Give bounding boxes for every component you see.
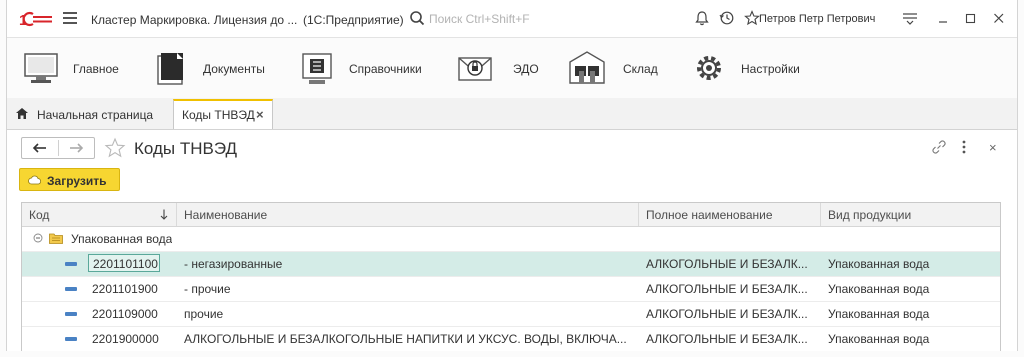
column-full-name[interactable]: Полное наименование [646,208,773,222]
tab-close-icon[interactable]: × [256,107,264,122]
table-header: Код Наименование Полное наименование Вид… [22,203,1000,227]
more-actions-icon[interactable] [962,140,966,154]
folder-icon [49,233,63,244]
table-row[interactable]: 2201101100 - негазированные АЛКОГОЛЬНЫЕ … [22,252,1000,277]
cloud-icon [28,175,41,185]
table-row[interactable]: 2201109000 прочие АЛКОГОЛЬНЫЕ И БЕЗАЛК..… [22,302,1000,327]
section-label: Склад [623,62,658,76]
cell-code: 2201101900 [92,282,158,296]
warehouse-icon [569,51,605,84]
tab-label: Коды ТНВЭД [182,108,255,122]
settings-gear-icon [697,56,721,80]
section-catalogs[interactable]: Справочники [297,38,437,99]
cell-full-name: АЛКОГОЛЬНЫЕ И БЕЗАЛК... [646,282,808,296]
desktop-icon [24,53,58,83]
cell-name: - негазированные [184,257,283,271]
link-icon[interactable] [931,139,947,155]
section-label: Главное [73,62,119,76]
sort-desc-icon[interactable] [160,209,168,220]
page-title: Коды ТНВЭД [134,139,238,158]
divider [58,140,59,156]
add-to-favorites-icon[interactable] [104,137,126,159]
cell-full-name: АЛКОГОЛЬНЫЕ И БЕЗАЛК... [646,332,808,346]
section-main[interactable]: Главное [21,38,131,99]
main-menu-icon[interactable] [63,12,77,24]
app-subtitle: (1С:Предприятие) [303,13,404,27]
cell-name: прочие [184,307,224,321]
sections-panel: Главное Документы Справочники ЭДО Склад … [7,37,1017,100]
edo-icon [458,57,492,81]
group-row[interactable]: Упакованная вода [22,227,1000,252]
column-product-kind[interactable]: Вид продукции [828,208,911,222]
tab-label: Начальная страница [37,108,154,122]
current-cell[interactable]: 2201101100 [88,254,160,272]
column-code[interactable]: Код [29,208,49,222]
table-row[interactable]: 2201900000 АЛКОГОЛЬНЫЕ И БЕЗАЛКОГОЛЬНЫЕ … [22,327,1000,351]
load-button[interactable]: Загрузить [19,168,120,191]
item-icon [65,262,77,266]
section-edo[interactable]: ЭДО [455,38,545,99]
section-label: ЭДО [513,62,539,76]
divider [638,203,639,226]
item-icon [65,287,77,291]
forward-arrow-icon[interactable] [62,141,92,155]
load-button-label: Загрузить [47,174,107,188]
section-settings[interactable]: Настройки [689,38,809,99]
favorites-star-icon[interactable] [744,10,760,26]
tab-home[interactable]: Начальная страница [7,98,167,129]
cell-product-kind: Упакованная вода [828,282,930,296]
section-warehouse[interactable]: Склад [567,38,667,99]
current-user[interactable]: Петров Петр Петрович [759,13,875,25]
cell-product-kind: Упакованная вода [828,257,930,271]
minimize-icon[interactable] [936,10,952,26]
tab-codes-tnved[interactable]: Коды ТНВЭД × [173,99,273,129]
documents-icon [157,53,183,85]
cell-code: 2201109000 [92,307,158,321]
1c-logo: 1 [19,11,52,27]
section-label: Настройки [741,62,800,76]
collapse-group-icon[interactable] [33,233,43,243]
divider [820,203,821,226]
cell-full-name: АЛКОГОЛЬНЫЕ И БЕЗАЛК... [646,307,808,321]
divider [176,203,177,226]
section-documents[interactable]: Документы [151,38,281,99]
history-icon[interactable] [719,10,735,26]
section-label: Справочники [349,62,422,76]
section-label: Документы [203,62,265,76]
home-icon [16,108,28,119]
group-label: Упакованная вода [71,232,173,246]
cell-code: 2201101100 [93,257,158,271]
navigation-buttons [21,137,95,159]
cell-code: 2201900000 [92,332,159,346]
tnved-table: Код Наименование Полное наименование Вид… [21,202,1001,351]
item-icon [65,337,77,341]
app-window: 1 Кластер Маркировка. Лицензия до ... (1… [6,0,1018,351]
cell-name: - прочие [184,282,231,296]
maximize-icon[interactable] [963,10,979,26]
item-icon [65,312,77,316]
title-bar: 1 Кластер Маркировка. Лицензия до ... (1… [7,0,1017,37]
bell-icon[interactable] [694,10,710,26]
app-title: Кластер Маркировка. Лицензия до ... [91,13,298,27]
cell-name: АЛКОГОЛЬНЫЕ И БЕЗАЛКОГОЛЬНЫЕ НАПИТКИ И У… [184,332,627,346]
open-windows-bar: Начальная страница Коды ТНВЭД × [7,98,1017,130]
cell-product-kind: Упакованная вода [828,332,930,346]
search-icon [410,11,425,26]
column-name[interactable]: Наименование [184,208,267,222]
global-search[interactable] [409,9,609,28]
cell-full-name: АЛКОГОЛЬНЫЕ И БЕЗАЛК... [646,257,808,271]
close-window-icon[interactable] [991,10,1007,26]
catalogs-icon [302,53,332,84]
settings-menu-icon[interactable] [902,10,918,26]
search-input[interactable] [429,9,599,28]
table-row[interactable]: 2201101900 - прочие АЛКОГОЛЬНЫЕ И БЕЗАЛК… [22,277,1000,302]
close-form-button[interactable]: × [989,140,997,155]
back-arrow-icon[interactable] [26,141,56,155]
cell-product-kind: Упакованная вода [828,307,930,321]
